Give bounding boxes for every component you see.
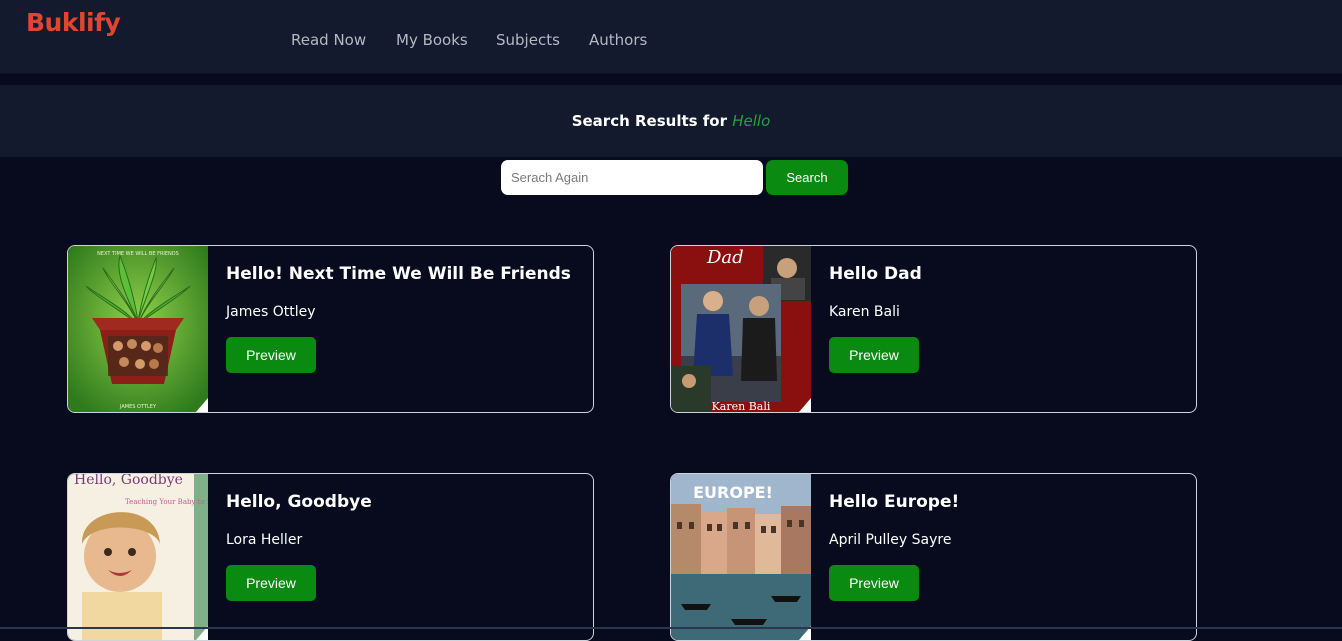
cover-author-text: JAMES OTTLEY bbox=[119, 404, 157, 410]
top-navbar: Buklify Read Now My Books Subjects Autho… bbox=[0, 0, 1342, 74]
search-button[interactable]: Search bbox=[766, 160, 848, 195]
book-author: April Pulley Sayre bbox=[829, 532, 952, 548]
nav-read-now[interactable]: Read Now bbox=[291, 31, 366, 49]
cover-subtitle-text: Teaching Your Baby to Sign bbox=[125, 498, 208, 506]
cover-title-text: Dad bbox=[706, 247, 744, 268]
book-cover[interactable]: EUROPE! bbox=[671, 474, 811, 640]
book-title[interactable]: Hello! Next Time We Will Be Friends bbox=[226, 264, 571, 284]
book-title[interactable]: Hello Dad bbox=[829, 264, 922, 284]
preview-button[interactable]: Preview bbox=[829, 565, 919, 601]
book-title[interactable]: Hello Europe! bbox=[829, 492, 959, 512]
search-input[interactable] bbox=[501, 160, 763, 195]
cover-title-text: EUROPE! bbox=[693, 483, 773, 502]
brand-logo[interactable]: Buklify bbox=[26, 8, 121, 37]
book-title[interactable]: Hello, Goodbye bbox=[226, 492, 372, 512]
preview-button[interactable]: Preview bbox=[226, 337, 316, 373]
book-author: James Ottley bbox=[226, 304, 316, 320]
results-banner: Search Results for Hello bbox=[0, 85, 1342, 157]
results-heading: Search Results for Hello bbox=[0, 112, 1342, 130]
nav-my-books[interactable]: My Books bbox=[396, 31, 468, 49]
book-author: Lora Heller bbox=[226, 532, 303, 548]
results-query: Hello bbox=[732, 112, 771, 130]
book-author: Karen Bali bbox=[829, 304, 900, 320]
book-card: NEXT TIME WE WILL BE FRIENDS JAMES OTTLE… bbox=[67, 245, 594, 413]
preview-button[interactable]: Preview bbox=[829, 337, 919, 373]
cover-author-text: Karen Bali bbox=[712, 400, 771, 412]
nav-subjects[interactable]: Subjects bbox=[496, 31, 560, 49]
results-prefix: Search Results for bbox=[571, 112, 728, 130]
book-card: Dad Karen Bali Hello Dad Karen Bali Prev… bbox=[670, 245, 1197, 413]
cover-title-text: NEXT TIME WE WILL BE FRIENDS bbox=[97, 251, 179, 257]
book-card: EUROPE! Hello Europe! April Pulley Sayre… bbox=[670, 473, 1197, 641]
book-cover[interactable]: NEXT TIME WE WILL BE FRIENDS JAMES OTTLE… bbox=[68, 246, 208, 412]
cover-title-text: Hello, Goodbye bbox=[74, 474, 183, 488]
book-cover[interactable]: Hello, Goodbye Teaching Your Baby to Sig… bbox=[68, 474, 208, 640]
book-cover[interactable]: Dad Karen Bali bbox=[671, 246, 811, 412]
book-card: Hello, Goodbye Teaching Your Baby to Sig… bbox=[67, 473, 594, 641]
nav-authors[interactable]: Authors bbox=[589, 31, 647, 49]
preview-button[interactable]: Preview bbox=[226, 565, 316, 601]
